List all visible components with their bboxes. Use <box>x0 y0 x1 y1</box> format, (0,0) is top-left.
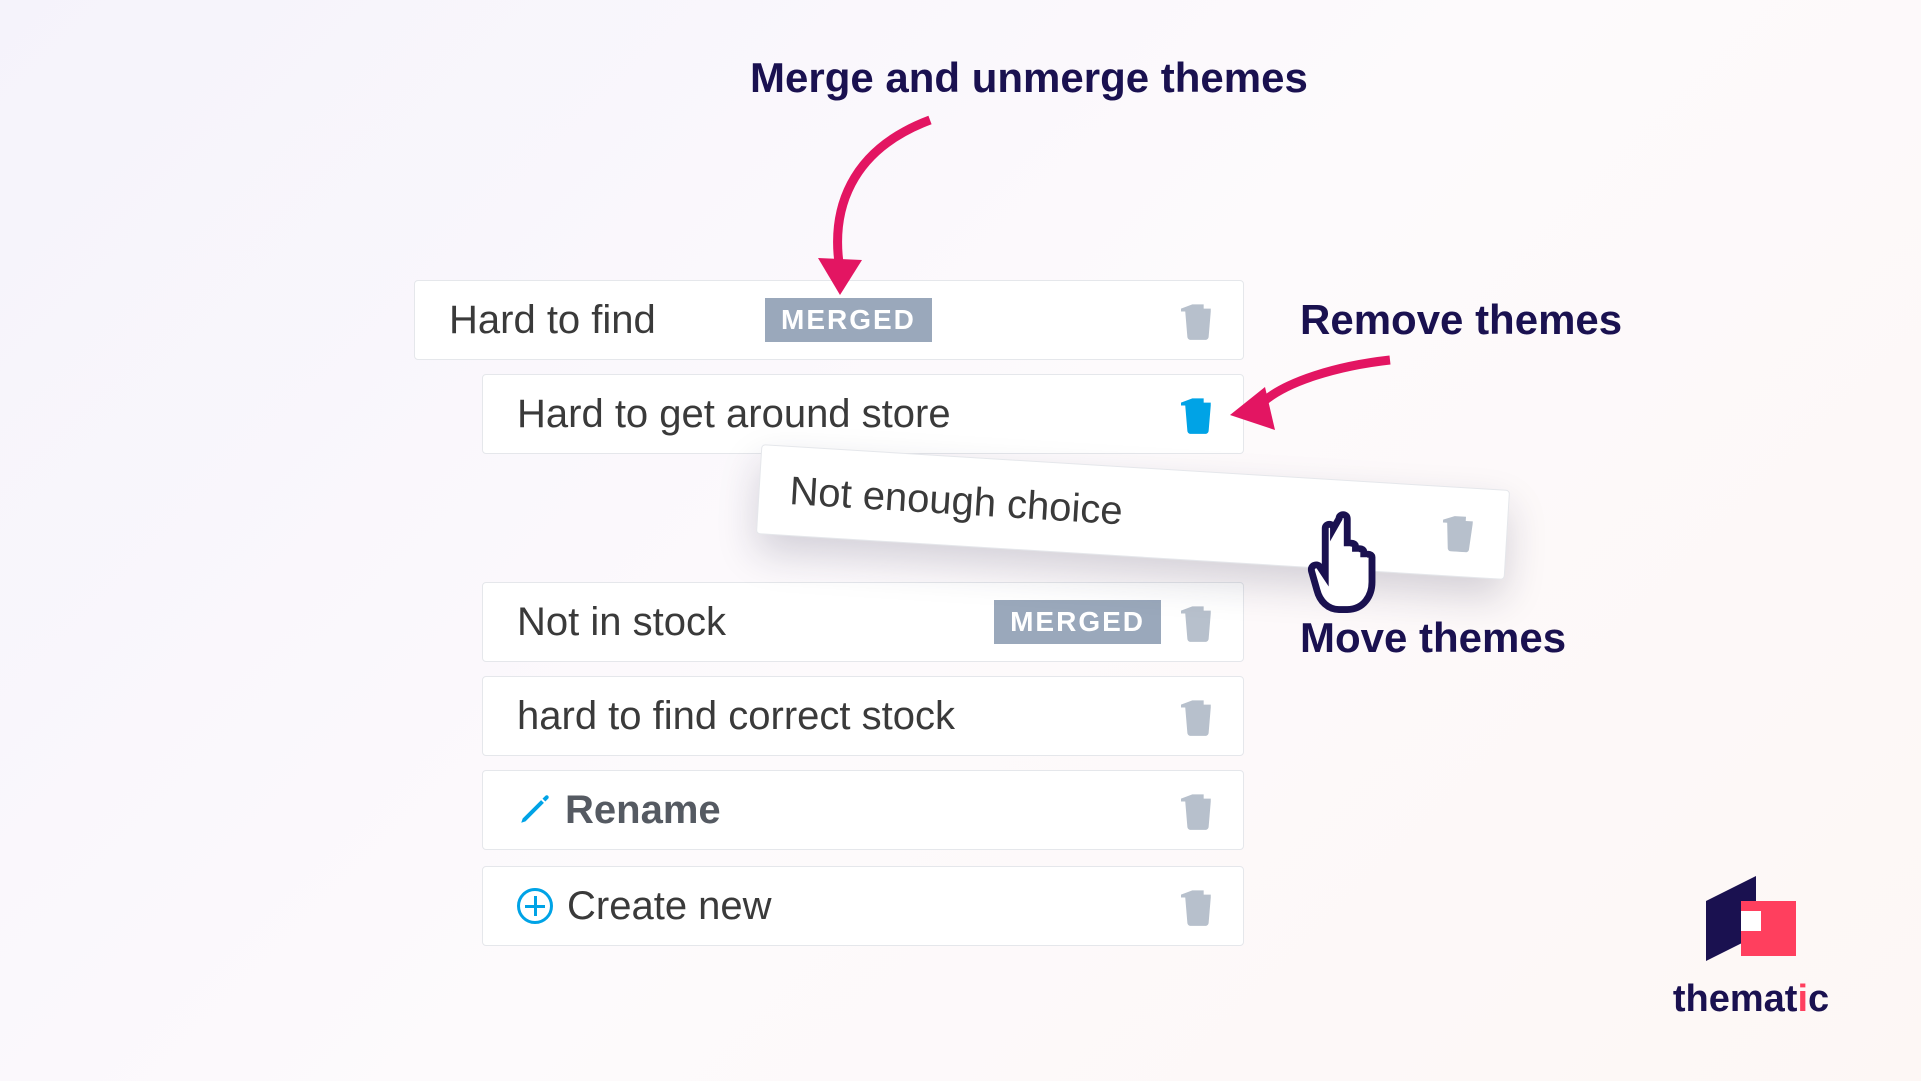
trash-icon[interactable] <box>1181 696 1215 736</box>
callout-remove: Remove themes <box>1300 296 1622 344</box>
theme-row-hard-to-get-around[interactable]: Hard to get around store <box>482 374 1244 454</box>
callout-move: Move themes <box>1300 614 1566 662</box>
create-label: Create new <box>567 884 1181 929</box>
theme-label: hard to find correct stock <box>517 694 1181 739</box>
trash-icon[interactable] <box>1181 602 1215 642</box>
trash-icon[interactable] <box>1441 511 1477 553</box>
arrow-remove <box>1225 355 1395 445</box>
theme-label: Hard to get around store <box>517 392 1181 437</box>
arrow-merge <box>810 110 970 300</box>
theme-row-not-in-stock[interactable]: Not in stock MERGED <box>482 582 1244 662</box>
trash-icon[interactable] <box>1181 300 1215 340</box>
plus-circle-icon <box>517 888 553 924</box>
rename-label: Rename <box>565 788 721 833</box>
merged-badge[interactable]: MERGED <box>994 600 1161 644</box>
trash-icon[interactable] <box>1181 886 1215 926</box>
theme-row-hard-to-find-stock[interactable]: hard to find correct stock <box>482 676 1244 756</box>
merged-badge[interactable]: MERGED <box>765 298 932 342</box>
rename-row[interactable]: Rename <box>482 770 1244 850</box>
pencil-icon <box>517 793 551 827</box>
logo-text: thematic <box>1651 978 1851 1021</box>
trash-icon[interactable] <box>1181 394 1215 434</box>
hand-cursor-icon <box>1305 505 1395 615</box>
thematic-logo: thematic <box>1651 876 1851 1021</box>
theme-label: Not in stock <box>517 600 974 645</box>
trash-icon[interactable] <box>1181 790 1215 830</box>
callout-merge: Merge and unmerge themes <box>750 54 1308 102</box>
create-new-row[interactable]: Create new <box>482 866 1244 946</box>
logo-mark-icon <box>1686 876 1816 966</box>
